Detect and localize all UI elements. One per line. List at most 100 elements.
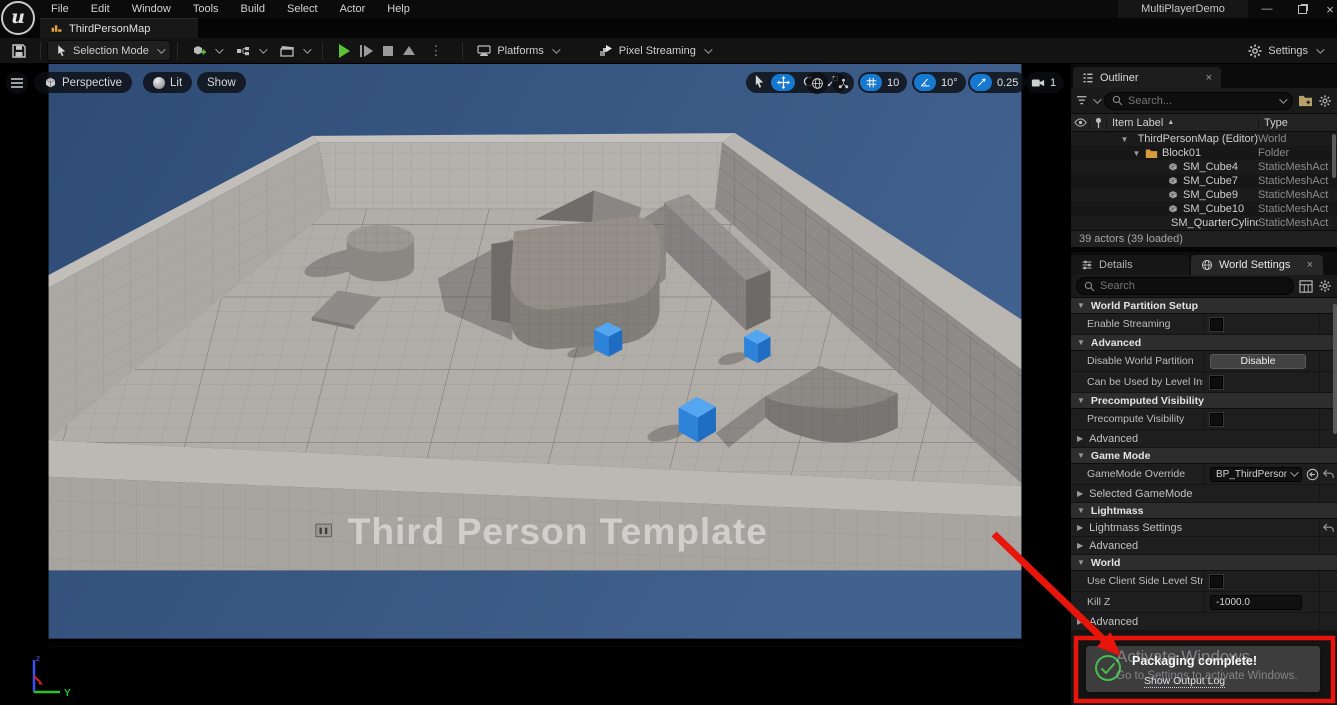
level-tab-icon [51,25,62,32]
item-label-column-header[interactable]: Item Label ▲ [1106,116,1258,129]
settings-gear-icon[interactable] [1318,279,1332,293]
unreal-editor-window: File Edit Window Tools Build Select Actor Help … [0,0,1337,705]
packaging-toast[interactable]: Packaging complete! Show Output Log [1086,646,1320,692]
play-button[interactable] [338,43,350,58]
menu-item-help[interactable]: Help [376,1,421,17]
checkbox-can-be-used-by-level-instance[interactable] [1209,374,1224,390]
pin-column-header[interactable] [1089,116,1106,129]
tab-details[interactable]: Details [1071,255,1189,275]
visibility-column-header[interactable] [1071,118,1089,127]
eject-button[interactable] [403,46,416,55]
menu-bar: File Edit Window Tools Build Select Actor Help [40,1,421,17]
platforms-dropdown[interactable]: Platforms [469,40,564,62]
display-options-icon[interactable] [1299,279,1313,293]
checkbox-use-client-side-level-streami[interactable] [1209,573,1224,589]
browse-asset-icon[interactable] [1306,468,1319,481]
world-local-toggle[interactable] [806,72,828,94]
viewport-3d-scene[interactable]: Third Person Template [0,64,1070,705]
settings-dropdown[interactable]: Settings [1240,40,1329,62]
filter-icon[interactable] [1076,95,1090,107]
show-output-log-link[interactable]: Show Output Log [1144,675,1226,688]
category-world-partition-setup[interactable]: ▼ World Partition Setup [1071,298,1337,314]
stop-button[interactable] [383,45,394,56]
row-advanced[interactable]: ▶ Advanced [1071,537,1337,555]
camera-speed-control[interactable]: 1 [1026,72,1065,93]
row-lightmass-settings[interactable]: ▶ Lightmass Settings [1071,519,1337,537]
row-advanced[interactable]: ▶ Advanced [1071,613,1337,631]
move-tool-button[interactable] [771,74,795,91]
outliner-search-input[interactable]: Search... [1104,91,1293,110]
outliner-row[interactable]: ▼ Block01 Folder [1071,146,1337,160]
settings-search-row: Search [1071,275,1337,298]
show-dropdown[interactable]: Show [197,72,246,93]
expander-icon[interactable]: ▼ [1120,135,1129,144]
unreal-logo[interactable]: u [1,1,35,35]
menu-item-select[interactable]: Select [276,1,329,17]
scale-snap-control[interactable]: 0.25 [968,72,1027,93]
menu-item-window[interactable]: Window [121,1,182,17]
row-selected-gamemode[interactable]: ▶ Selected GameMode [1071,485,1337,503]
add-actor-dropdown[interactable] [184,40,228,62]
viewport-options-button[interactable] [6,72,28,94]
create-folder-icon[interactable] [1298,94,1313,107]
disable-button[interactable]: Disable [1210,353,1306,369]
menu-item-tools[interactable]: Tools [182,1,230,17]
transport-options-button[interactable]: ⋮ [429,43,442,59]
outliner-row[interactable]: SM_Cube9 StaticMeshAct [1071,188,1337,202]
viewport-bottom-strip [48,638,1022,647]
close-icon[interactable]: × [1206,72,1212,84]
field-kill-z[interactable]: -1000.0 [1210,594,1302,610]
category-lightmass[interactable]: ▼ Lightmass [1071,503,1337,519]
menu-item-file[interactable]: File [40,1,80,17]
menu-item-actor[interactable]: Actor [329,1,377,17]
outliner-row[interactable]: ▼ ThirdPersonMap (Editor) World [1071,132,1337,146]
lit-mode-dropdown[interactable]: Lit [143,72,193,93]
blueprints-dropdown[interactable] [228,40,272,62]
toast-title: Packaging complete! [1132,654,1258,668]
tab-thirdpersonmap[interactable]: ThirdPersonMap [40,18,198,38]
surface-snapping-button[interactable] [832,72,854,94]
close-button[interactable]: × [1316,0,1337,18]
perspective-dropdown[interactable]: Perspective [34,72,133,93]
settings-search-input[interactable]: Search [1076,277,1294,295]
outliner-scrollbar[interactable] [1332,134,1336,178]
viewport-3d[interactable]: Third Person Template Perspective Lit Sh… [0,64,1070,705]
settings-scrollbar[interactable] [1333,304,1337,434]
tab-world-settings[interactable]: World Settings × [1191,255,1323,275]
restore-button[interactable] [1288,0,1316,18]
chevron-down-icon[interactable] [1093,94,1102,104]
tab-outliner[interactable]: Outliner × [1073,67,1221,88]
chevron-down-icon [1290,468,1299,477]
selection-mode-dropdown[interactable]: Selection Mode [47,40,171,61]
reset-to-default-icon[interactable] [1323,469,1334,479]
expander-icon[interactable]: ▼ [1132,149,1141,158]
category-precomputed-visibility[interactable]: ▼ Precomputed Visibility [1071,393,1337,409]
row-advanced[interactable]: ▶ Advanced [1071,430,1337,448]
select-tool-button[interactable] [749,74,769,91]
outliner-row[interactable]: SM_Cube4 StaticMeshAct [1071,160,1337,174]
outliner-row[interactable]: SM_QuarterCylinder3StaticMeshAct [1071,216,1337,230]
cinematics-dropdown[interactable] [272,40,316,62]
category-world[interactable]: ▼ World [1071,555,1337,571]
collapse-icon: ▼ [1077,338,1085,347]
category-game-mode[interactable]: ▼ Game Mode [1071,448,1337,464]
menu-item-edit[interactable]: Edit [80,1,121,17]
minimize-button[interactable]: — [1253,0,1281,18]
outliner-row[interactable]: SM_Cube7 StaticMeshAct [1071,174,1337,188]
close-icon[interactable]: × [1307,259,1313,271]
rotation-snap-control[interactable]: 10° [912,72,966,93]
checkbox-enable-streaming[interactable] [1209,316,1224,332]
menu-item-build[interactable]: Build [230,1,276,17]
checkbox-precompute-visibility[interactable] [1209,411,1224,427]
outliner-row[interactable]: SM_Cube10 StaticMeshAct [1071,202,1337,216]
outliner-settings-gear-icon[interactable] [1318,94,1332,108]
outliner-item-label: SM_Cube9 [1183,189,1239,201]
grid-snap-control[interactable]: 10 [858,72,908,93]
category-advanced[interactable]: ▼ Advanced [1071,335,1337,351]
skip-button[interactable] [359,44,374,57]
dropdown-gamemode-override[interactable]: BP_ThirdPersonGa [1210,466,1302,482]
save-button[interactable] [4,40,34,62]
type-column-header[interactable]: Type [1258,116,1337,129]
pixel-streaming-dropdown[interactable]: Pixel Streaming [591,40,717,62]
reset-to-default-icon[interactable] [1323,523,1334,533]
